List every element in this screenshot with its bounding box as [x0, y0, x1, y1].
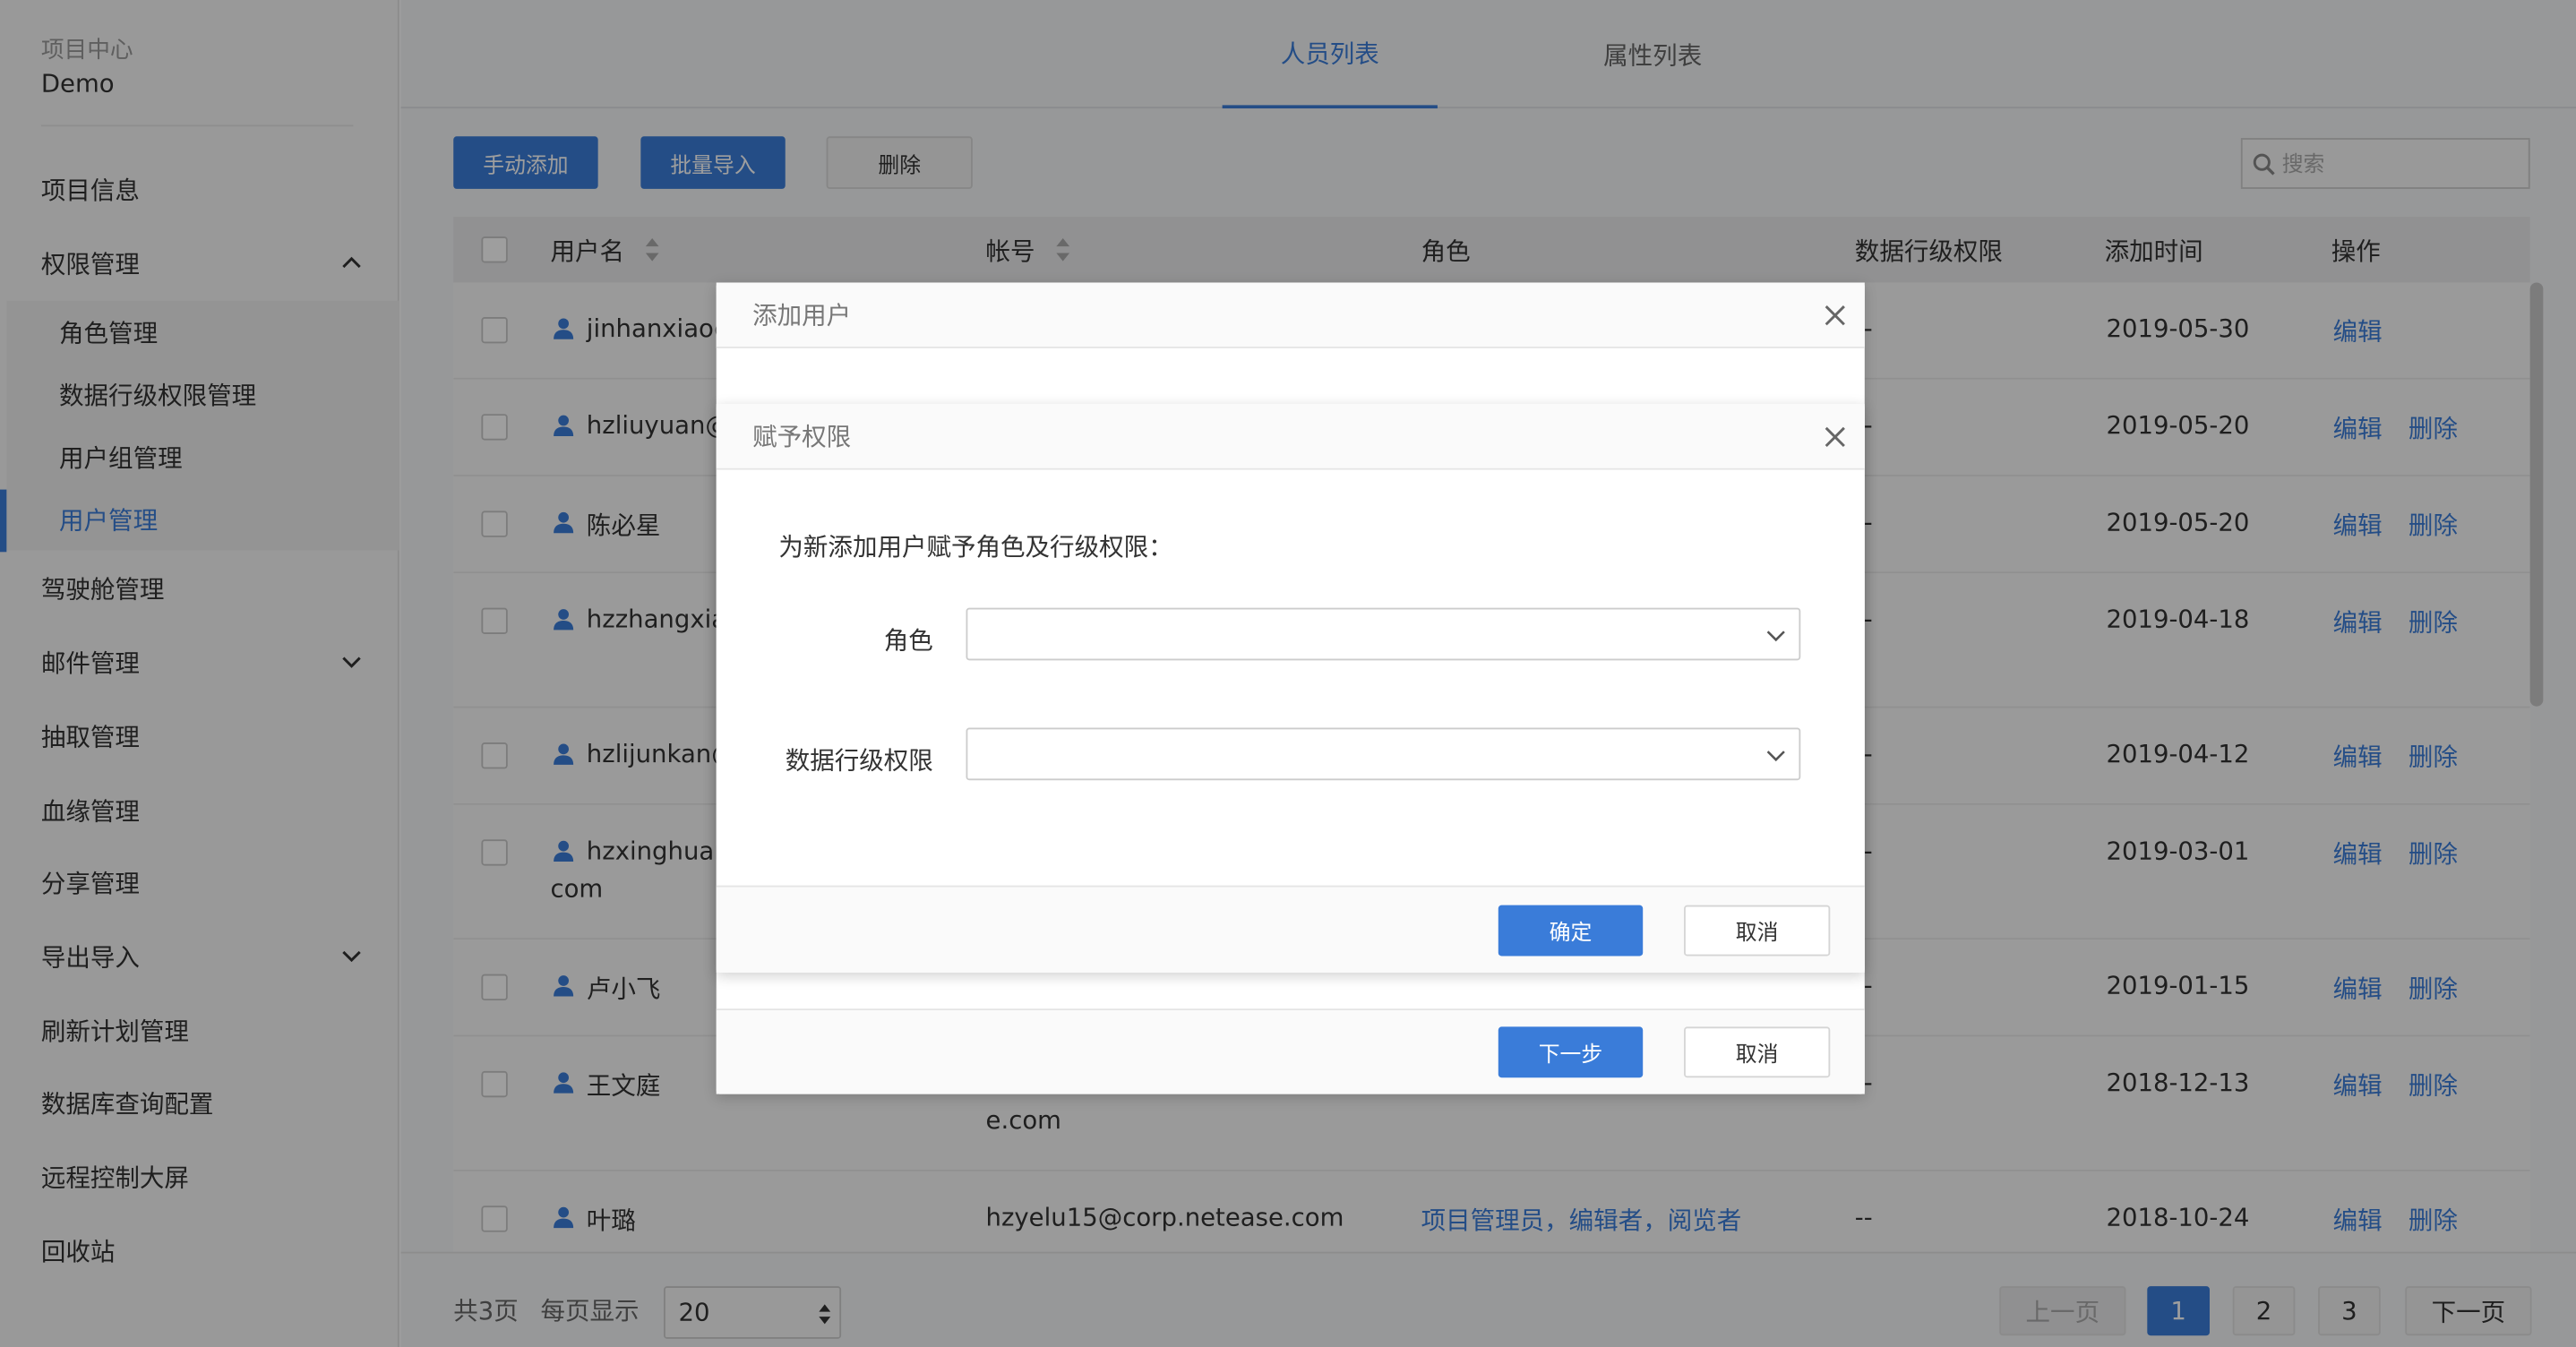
grant-permission-intro: 为新添加用户赋予角色及行级权限： [778, 532, 1173, 562]
grant-cancel-button[interactable]: 取消 [1684, 905, 1831, 957]
role-label: 角色 [883, 625, 933, 656]
chevron-down-icon [1766, 631, 1785, 642]
row-permission-select[interactable] [966, 727, 1801, 781]
modal-title: 添加用户 [752, 300, 852, 330]
grant-permission-modal: 赋予权限 为新添加用户赋予角色及行级权限： 角色 数据行级权限 确定 取消 [716, 404, 1865, 973]
role-select[interactable] [966, 607, 1801, 661]
chevron-down-icon [1766, 751, 1785, 762]
close-icon[interactable] [1824, 304, 1847, 327]
row-permission-label: 数据行级权限 [785, 745, 933, 776]
grant-permission-modal-header: 赋予权限 [716, 404, 1865, 470]
grant-permission-modal-footer: 确定 取消 [716, 885, 1865, 973]
confirm-button[interactable]: 确定 [1498, 905, 1644, 957]
add-user-modal-footer: 下一步 取消 [716, 1008, 1865, 1094]
add-user-modal-header: 添加用户 [716, 282, 1865, 348]
add-user-cancel-button[interactable]: 取消 [1684, 1026, 1831, 1078]
close-icon[interactable] [1824, 425, 1847, 449]
modal-title: 赋予权限 [752, 422, 852, 452]
next-step-button[interactable]: 下一步 [1498, 1026, 1644, 1078]
